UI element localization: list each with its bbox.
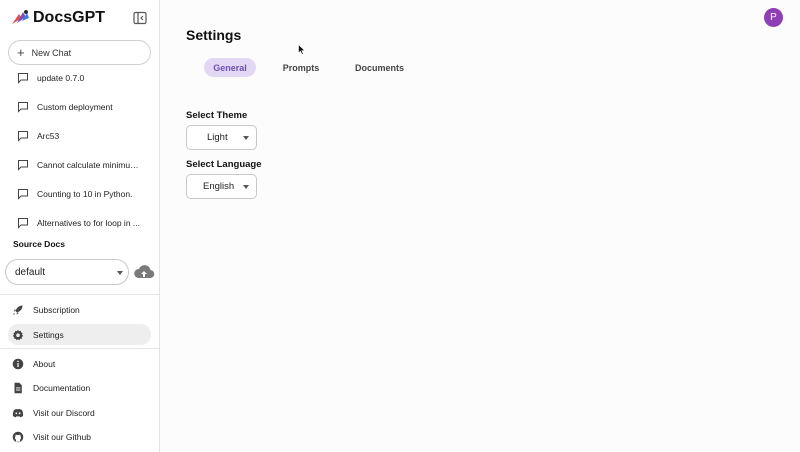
conversation-title: Alternatives to for loop in ...: [37, 218, 140, 228]
app-name: DocsGPT: [33, 9, 106, 26]
settings-panel: P Settings General Prompts Documents Sel…: [161, 0, 800, 452]
conversation-title: Custom deployment: [37, 102, 113, 112]
document-icon: [14, 382, 22, 393]
language-select[interactable]: English: [186, 174, 257, 199]
github-icon: [12, 431, 24, 442]
conversation-item[interactable]: Arc53: [0, 125, 160, 147]
gear-icon: [12, 329, 24, 340]
theme-label: Select Theme: [186, 110, 248, 121]
plus-icon: +: [17, 45, 25, 60]
nav-discord[interactable]: Visit our Discord: [8, 402, 151, 423]
chat-bubble-icon: [18, 189, 28, 200]
nav-label: About: [33, 358, 56, 369]
conversation-title: Counting to 10 in Python.: [37, 189, 133, 199]
docsgpt-logo-icon: [12, 10, 29, 24]
nav-documentation[interactable]: Documentation: [8, 377, 151, 398]
conversation-item[interactable]: Alternatives to for loop in ...: [0, 212, 160, 234]
language-label: Select Language: [186, 159, 262, 170]
nav-about[interactable]: About: [8, 353, 151, 374]
nav-github[interactable]: Visit our Github: [8, 426, 151, 447]
conversation-title: Arc53: [37, 131, 60, 141]
conversation-item[interactable]: update 0.7.0: [0, 67, 160, 89]
tab-prompts[interactable]: Prompts: [275, 58, 327, 77]
theme-select[interactable]: Light: [186, 125, 257, 150]
discord-icon: [12, 408, 24, 417]
conversation-item[interactable]: Cannot calculate minimum ...: [0, 154, 160, 176]
tab-documents[interactable]: Documents: [346, 58, 413, 77]
chat-bubble-icon: [18, 131, 28, 142]
info-icon: [12, 358, 24, 369]
rocket-icon: [13, 305, 23, 315]
caret-down-icon: [243, 136, 249, 140]
caret-down-icon: [117, 271, 123, 275]
page-title: Settings: [186, 27, 242, 43]
conversation-title: Cannot calculate minimum ...: [37, 160, 145, 170]
nav-label: Visit our Discord: [33, 407, 95, 418]
chat-bubble-icon: [18, 73, 28, 84]
chat-bubble-icon: [18, 102, 28, 113]
divider: [0, 348, 160, 349]
conversation-title: update 0.7.0: [37, 73, 85, 83]
chat-bubble-icon: [18, 160, 28, 171]
mouse-cursor-icon: [298, 44, 306, 55]
source-docs-select[interactable]: default: [5, 259, 129, 285]
theme-value: Light: [207, 132, 228, 143]
collapse-sidebar-icon[interactable]: [133, 11, 147, 25]
user-avatar[interactable]: P: [764, 8, 783, 27]
nav-subscription[interactable]: Subscription: [8, 299, 151, 320]
cloud-upload-icon[interactable]: [133, 263, 155, 281]
nav-label: Documentation: [33, 382, 91, 393]
new-chat-button[interactable]: + New Chat: [8, 40, 151, 65]
sidebar: DocsGPT + New Chat update 0.7.0 Custom d…: [0, 0, 160, 452]
caret-down-icon: [243, 185, 249, 189]
tab-general[interactable]: General: [204, 58, 256, 77]
source-docs-value: default: [15, 266, 46, 278]
nav-settings[interactable]: Settings: [8, 324, 151, 345]
conversation-item[interactable]: Custom deployment: [0, 96, 160, 118]
new-chat-label: New Chat: [31, 47, 72, 58]
nav-label: Subscription: [33, 304, 80, 315]
divider: [0, 294, 160, 295]
nav-label: Settings: [33, 329, 64, 340]
language-value: English: [203, 181, 235, 192]
conversation-item[interactable]: Counting to 10 in Python.: [0, 183, 160, 205]
chat-bubble-icon: [18, 218, 28, 229]
nav-label: Visit our Github: [33, 431, 91, 442]
brand[interactable]: DocsGPT: [10, 8, 105, 28]
source-docs-title: Source Docs: [13, 239, 65, 249]
